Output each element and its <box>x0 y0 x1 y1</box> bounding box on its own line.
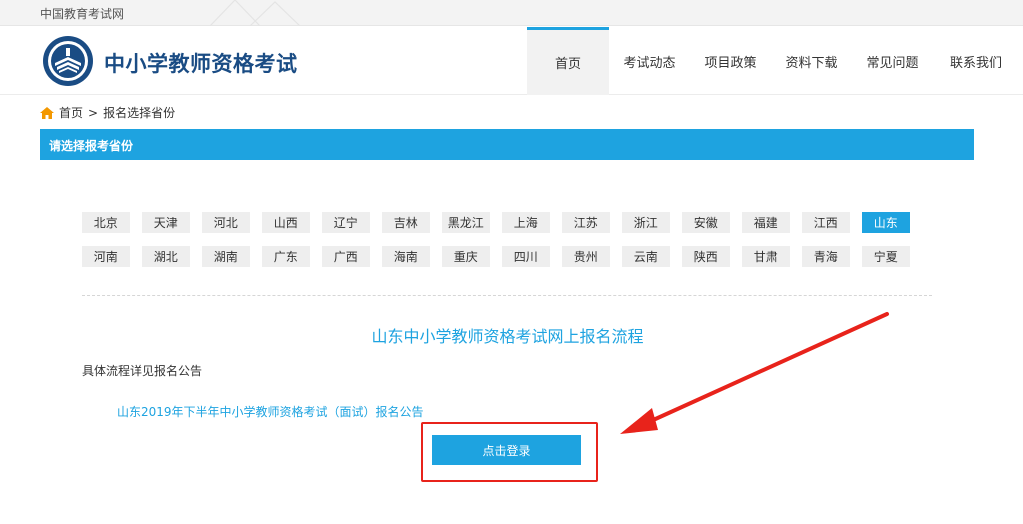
nav-contact[interactable]: 联系我们 <box>933 27 1019 95</box>
province-zhejiang[interactable]: 浙江 <box>622 212 670 233</box>
province-fujian[interactable]: 福建 <box>742 212 790 233</box>
province-tianjin[interactable]: 天津 <box>142 212 190 233</box>
province-gansu[interactable]: 甘肃 <box>742 246 790 267</box>
province-jilin[interactable]: 吉林 <box>382 212 430 233</box>
province-shandong-selected[interactable]: 山东 <box>862 212 910 233</box>
province-hainan[interactable]: 海南 <box>382 246 430 267</box>
brand-title[interactable]: 中小学教师资格考试 <box>104 48 298 78</box>
dashed-divider <box>82 295 932 296</box>
decorative-lines-icon <box>210 0 301 26</box>
section-title: 请选择报考省份 <box>49 139 134 153</box>
notice-link[interactable]: 山东2019年下半年中小学教师资格考试（面试）报名公告 <box>117 403 424 420</box>
site-header: 中小学教师资格考试 首页 考试动态 项目政策 资料下载 常见问题 联系我们 <box>0 27 1023 95</box>
nav-home[interactable]: 首页 <box>527 27 609 95</box>
home-icon <box>40 106 54 119</box>
province-guangxi[interactable]: 广西 <box>322 246 370 267</box>
province-henan[interactable]: 河南 <box>82 246 130 267</box>
province-hunan[interactable]: 湖南 <box>202 246 250 267</box>
province-shaanxi[interactable]: 陕西 <box>682 246 730 267</box>
province-yunnan[interactable]: 云南 <box>622 246 670 267</box>
province-hubei[interactable]: 湖北 <box>142 246 190 267</box>
breadcrumb-current: 报名选择省份 <box>103 106 176 120</box>
province-jiangxi[interactable]: 江西 <box>802 212 850 233</box>
province-anhui[interactable]: 安徽 <box>682 212 730 233</box>
top-strip: 中国教育考试网 <box>0 0 1023 26</box>
province-guangdong[interactable]: 广东 <box>262 246 310 267</box>
login-button[interactable]: 点击登录 <box>432 435 581 465</box>
province-heilongjiang[interactable]: 黑龙江 <box>442 212 490 233</box>
nav-exam-news[interactable]: 考试动态 <box>609 27 690 95</box>
province-shanghai[interactable]: 上海 <box>502 212 550 233</box>
breadcrumb-separator: > <box>88 105 99 120</box>
breadcrumb: 首页 > 报名选择省份 <box>40 104 175 121</box>
main-nav: 首页 考试动态 项目政策 资料下载 常见问题 联系我们 <box>527 27 1019 95</box>
nav-faq[interactable]: 常见问题 <box>852 27 933 95</box>
province-shanxi[interactable]: 山西 <box>262 212 310 233</box>
province-ningxia[interactable]: 宁夏 <box>862 246 910 267</box>
province-hebei[interactable]: 河北 <box>202 212 250 233</box>
nav-downloads[interactable]: 资料下载 <box>771 27 852 95</box>
site-name[interactable]: 中国教育考试网 <box>40 5 124 22</box>
flow-note: 具体流程详见报名公告 <box>82 364 203 378</box>
nav-policy[interactable]: 项目政策 <box>690 27 771 95</box>
province-jiangsu[interactable]: 江苏 <box>562 212 610 233</box>
breadcrumb-home[interactable]: 首页 <box>59 104 83 121</box>
province-grid: 北京 天津 河北 山西 辽宁 吉林 黑龙江 上海 江苏 浙江 安徽 福建 江西 … <box>82 212 922 280</box>
province-qinghai[interactable]: 青海 <box>802 246 850 267</box>
annotation-arrow-icon <box>620 312 889 434</box>
province-guizhou[interactable]: 贵州 <box>562 246 610 267</box>
province-beijing[interactable]: 北京 <box>82 212 130 233</box>
province-liaoning[interactable]: 辽宁 <box>322 212 370 233</box>
exam-logo-icon[interactable] <box>42 35 94 87</box>
section-banner: 请选择报考省份 <box>40 129 974 160</box>
province-sichuan[interactable]: 四川 <box>502 246 550 267</box>
province-row-2: 河南 湖北 湖南 广东 广西 海南 重庆 四川 贵州 云南 陕西 甘肃 青海 宁… <box>82 246 922 267</box>
province-chongqing[interactable]: 重庆 <box>442 246 490 267</box>
province-row-1: 北京 天津 河北 山西 辽宁 吉林 黑龙江 上海 江苏 浙江 安徽 福建 江西 … <box>82 212 922 233</box>
